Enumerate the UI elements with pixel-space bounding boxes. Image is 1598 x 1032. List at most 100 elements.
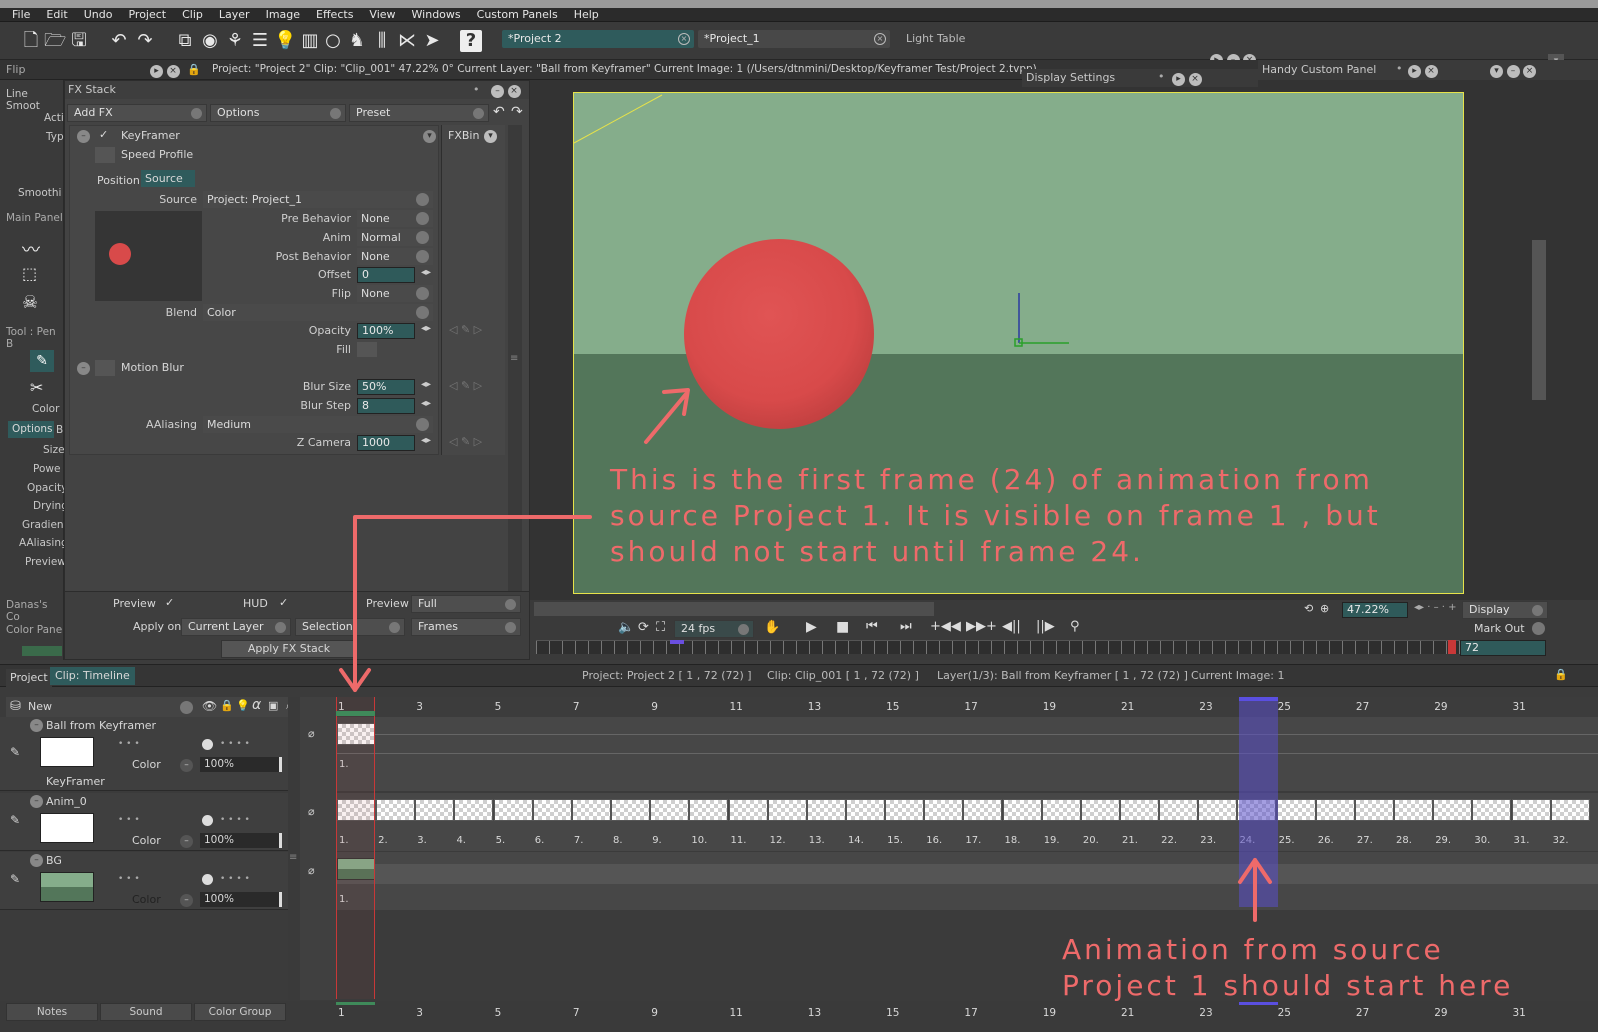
redo-icon[interactable]: ↷ bbox=[511, 104, 523, 120]
color-swatch[interactable] bbox=[22, 646, 62, 656]
rotate-icon[interactable]: ⟲ bbox=[1304, 602, 1313, 615]
alpha-icon[interactable]: α bbox=[252, 697, 261, 713]
play-icon[interactable]: ▸ bbox=[1172, 73, 1185, 86]
check-icon[interactable]: ✓ bbox=[99, 128, 108, 141]
hand-icon[interactable]: ✋ bbox=[764, 620, 780, 635]
menu-item-help[interactable]: Help bbox=[566, 8, 607, 22]
horizontal-scrollbar[interactable] bbox=[534, 602, 934, 616]
menu-item-project[interactable]: Project bbox=[120, 8, 174, 22]
menu-item-file[interactable]: File bbox=[4, 8, 38, 22]
chevron-down-icon[interactable] bbox=[180, 701, 193, 714]
graph-icon[interactable]: ⫼ bbox=[371, 30, 393, 52]
brush-stroke-icon[interactable]: 〰 bbox=[22, 236, 40, 262]
help-icon[interactable]: ? bbox=[460, 30, 482, 52]
options-dropdown[interactable]: Options bbox=[210, 104, 346, 122]
collapse-icon[interactable]: – bbox=[77, 362, 90, 375]
stop-button[interactable]: ■ bbox=[836, 619, 849, 635]
source-dropdown[interactable]: Project: Project_1 bbox=[203, 191, 433, 208]
link-icon[interactable]: ⌀ bbox=[308, 864, 315, 877]
image-cell[interactable] bbox=[1080, 799, 1120, 821]
safe-area-icon[interactable]: ⛶ bbox=[656, 620, 665, 635]
menu-item-view[interactable]: View bbox=[361, 8, 403, 22]
preset-dropdown[interactable]: Preset bbox=[349, 104, 489, 122]
link-icon[interactable]: ⌀ bbox=[308, 805, 315, 818]
stepper-icon[interactable]: ◂▸ bbox=[421, 323, 431, 334]
image-cell[interactable] bbox=[415, 799, 455, 821]
pen-icon[interactable]: ✎ bbox=[30, 350, 54, 372]
close-icon[interactable]: × bbox=[678, 33, 690, 45]
opacity-field[interactable]: 100% bbox=[357, 323, 415, 339]
sound-icon[interactable]: 🔈 bbox=[618, 620, 634, 635]
blur-size-field[interactable]: 50% bbox=[357, 379, 415, 395]
lock-icon[interactable]: 🔒 bbox=[1554, 668, 1568, 681]
motion-blur-checkbox[interactable] bbox=[95, 360, 115, 376]
tab-project[interactable]: Project bbox=[6, 669, 52, 687]
layer-blend-mode[interactable]: Color bbox=[132, 834, 161, 847]
offset-field[interactable]: 0 bbox=[357, 267, 415, 283]
light-icon[interactable]: 💡 bbox=[236, 699, 250, 712]
tab-position[interactable]: Position bbox=[97, 174, 140, 187]
mark-out-toggle-icon[interactable] bbox=[1532, 622, 1545, 635]
first-frame-button[interactable]: ⏮ bbox=[866, 619, 878, 634]
image-cell[interactable] bbox=[1354, 799, 1394, 821]
lock-icon[interactable]: 🔒 bbox=[187, 63, 201, 76]
image-cell[interactable] bbox=[1433, 799, 1473, 821]
save-icon[interactable]: 🖫 bbox=[68, 30, 90, 52]
image-cell[interactable] bbox=[1550, 799, 1590, 821]
stepper-icon[interactable]: ◂▸ bbox=[421, 267, 431, 278]
step-back-button[interactable]: +◀◀ bbox=[930, 619, 961, 634]
menu-item-image[interactable]: Image bbox=[258, 8, 308, 22]
track-ball[interactable]: 1. bbox=[337, 717, 1598, 791]
fx-scrollbar[interactable]: ≡ bbox=[508, 125, 522, 595]
layer-blend-mode[interactable]: Color bbox=[132, 893, 161, 906]
opacity-minus-icon[interactable]: – bbox=[180, 835, 193, 848]
selection-dropdown[interactable]: Selection bbox=[295, 618, 405, 636]
visibility-toggle[interactable] bbox=[202, 815, 213, 826]
tab-light-table[interactable]: Light Table bbox=[900, 30, 1283, 48]
chevron-down-icon[interactable]: ▾ bbox=[1490, 65, 1503, 78]
add-fx-dropdown[interactable]: Add FX bbox=[67, 104, 207, 122]
pre-behavior-dropdown[interactable]: None bbox=[357, 210, 433, 227]
menu-item-custom-panels[interactable]: Custom Panels bbox=[469, 8, 566, 22]
rabbit-icon[interactable]: ♞ bbox=[346, 30, 368, 52]
image-cell[interactable] bbox=[845, 799, 885, 821]
paper-plane-icon[interactable]: ➤ bbox=[421, 30, 443, 52]
image-cell[interactable] bbox=[454, 799, 494, 821]
selection-icon[interactable]: ⬚ bbox=[22, 264, 37, 283]
image-cell[interactable] bbox=[532, 799, 572, 821]
visibility-toggle[interactable] bbox=[202, 874, 213, 885]
stepper-icon[interactable]: ◂▸ bbox=[421, 398, 431, 409]
current-frame-marker[interactable] bbox=[670, 640, 684, 644]
tab-source[interactable]: Source bbox=[141, 170, 195, 187]
loop-icon[interactable]: ⟳ bbox=[638, 620, 649, 635]
image-cell[interactable] bbox=[1315, 799, 1355, 821]
close-icon[interactable]: × bbox=[507, 85, 521, 98]
tab-b-label[interactable]: B bbox=[56, 424, 63, 436]
chevron-down-icon[interactable]: ▾ bbox=[423, 130, 436, 143]
image-cell[interactable] bbox=[728, 799, 768, 821]
menu-item-effects[interactable]: Effects bbox=[308, 8, 361, 22]
magnifier-icon[interactable]: ○ bbox=[322, 30, 344, 52]
tab-options[interactable]: Options bbox=[8, 421, 54, 438]
previous-key-button[interactable]: ◀|| bbox=[1002, 619, 1021, 634]
visibility-toggle[interactable] bbox=[202, 739, 213, 750]
skull-icon[interactable]: ☠ bbox=[22, 292, 38, 313]
layers-icon[interactable]: ☰ bbox=[249, 30, 271, 52]
undo-icon[interactable]: ↶ bbox=[108, 30, 130, 52]
image-cell[interactable] bbox=[1198, 799, 1238, 821]
image-cell[interactable] bbox=[924, 799, 964, 821]
eye-icon[interactable]: 👁 bbox=[202, 699, 217, 713]
close-icon[interactable]: × bbox=[1424, 65, 1438, 78]
minimize-icon[interactable]: – bbox=[1506, 65, 1520, 78]
post-behavior-dropdown[interactable]: None bbox=[357, 248, 433, 265]
zoom-field[interactable]: 47.22% bbox=[1342, 602, 1408, 618]
menu-item-undo[interactable]: Undo bbox=[76, 8, 121, 22]
collapse-icon[interactable]: – bbox=[30, 795, 43, 808]
chart-icon[interactable]: ⋉ bbox=[396, 30, 418, 52]
menu-item-layer[interactable]: Layer bbox=[211, 8, 258, 22]
brush-icon[interactable]: ✎ bbox=[10, 813, 20, 827]
z-camera-field[interactable]: 1000 bbox=[357, 435, 415, 451]
fps-dropdown[interactable]: 24 fps bbox=[674, 620, 754, 638]
collapse-icon[interactable]: – bbox=[30, 854, 43, 867]
image-cell[interactable] bbox=[1120, 799, 1159, 821]
